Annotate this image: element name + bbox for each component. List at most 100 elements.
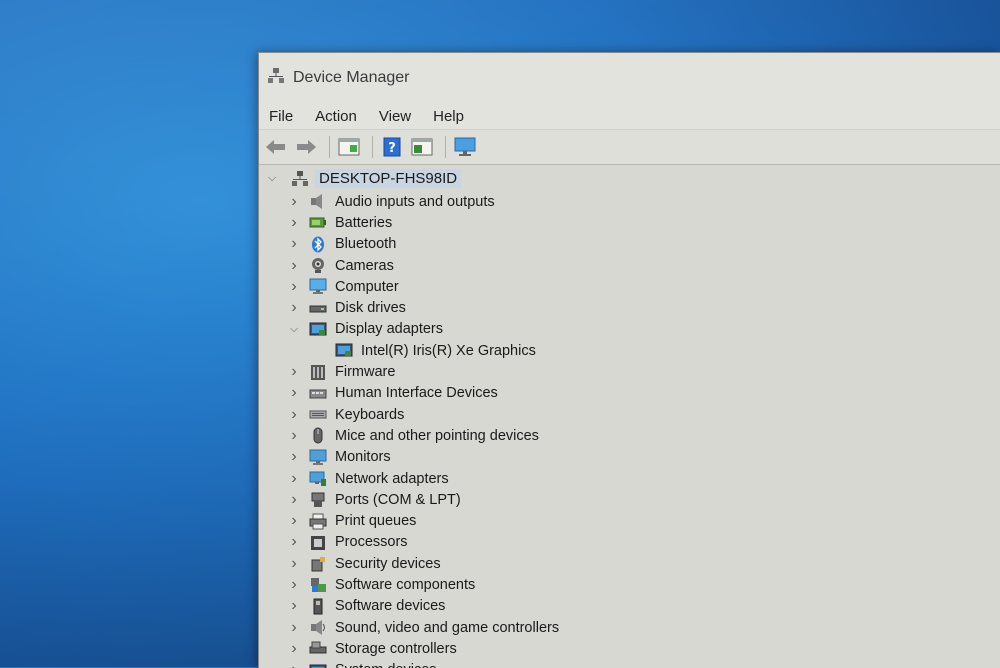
camera-icon: [309, 257, 327, 274]
tree-category-label: Software components: [335, 576, 476, 593]
storage-controller-icon: [309, 640, 327, 657]
security-device-icon: [309, 555, 327, 572]
chevron-down-icon[interactable]: ⌵: [265, 171, 279, 185]
tree-category[interactable]: › Batteries: [259, 212, 1000, 233]
chevron-right-icon[interactable]: ›: [287, 299, 301, 316]
port-icon: [309, 491, 327, 508]
device-manager-window[interactable]: Device Manager File Action View Help ? ⌵…: [258, 52, 1000, 668]
details-icon[interactable]: [409, 135, 435, 159]
tree-category[interactable]: › Mice and other pointing devices: [259, 425, 1000, 446]
sound-controller-icon: [309, 619, 327, 636]
firmware-icon: [309, 364, 327, 381]
chevron-right-icon[interactable]: ›: [287, 470, 301, 487]
software-component-icon: [309, 576, 327, 593]
tree-category-label: Computer: [335, 278, 399, 295]
tree-category-label: Security devices: [335, 555, 441, 572]
system-device-icon: [309, 662, 327, 668]
chevron-right-icon[interactable]: ›: [287, 597, 301, 614]
chevron-down-icon[interactable]: ⌵: [287, 322, 301, 336]
device-tree[interactable]: ⌵ DESKTOP-FHS98ID › Audio inputs and outp…: [259, 165, 1000, 668]
chevron-right-icon[interactable]: ›: [287, 555, 301, 572]
speaker-icon: [309, 193, 327, 210]
tree-category-label: Bluetooth: [335, 236, 397, 253]
tree-category[interactable]: › Keyboards: [259, 404, 1000, 425]
category-list: › Audio inputs and outputs › Batteries › Blue…: [259, 191, 1000, 668]
tree-category-label: Cameras: [335, 257, 394, 274]
tree-category[interactable]: › Audio inputs and outputs: [259, 191, 1000, 212]
chevron-right-icon[interactable]: ›: [287, 214, 301, 231]
menu-file[interactable]: File: [269, 108, 293, 125]
tree-category[interactable]: › Processors: [259, 532, 1000, 553]
chevron-right-icon[interactable]: ›: [287, 193, 301, 210]
keyboard-icon: [309, 406, 327, 423]
chevron-right-icon[interactable]: ›: [287, 661, 301, 668]
hid-icon: [309, 385, 327, 402]
tree-category[interactable]: › Software devices: [259, 596, 1000, 617]
battery-icon: [309, 214, 327, 231]
tree-device[interactable]: Intel(R) Iris(R) Xe Graphics: [259, 340, 1000, 361]
tree-category[interactable]: › Bluetooth: [259, 234, 1000, 255]
chevron-right-icon[interactable]: ›: [287, 491, 301, 508]
chevron-right-icon[interactable]: ›: [287, 448, 301, 465]
chevron-right-icon[interactable]: ›: [287, 427, 301, 444]
tree-category[interactable]: › Sound, video and game controllers: [259, 617, 1000, 638]
toolbar: ?: [259, 129, 1000, 165]
tree-category-label: Disk drives: [335, 300, 406, 317]
toolbar-separator: [372, 136, 373, 158]
chevron-right-icon[interactable]: ›: [287, 533, 301, 550]
chevron-right-icon[interactable]: ›: [287, 512, 301, 529]
tree-category[interactable]: › Storage controllers: [259, 638, 1000, 659]
chevron-right-icon[interactable]: ›: [287, 235, 301, 252]
tree-category[interactable]: › Software components: [259, 574, 1000, 595]
disk-drive-icon: [309, 300, 327, 317]
tree-category[interactable]: › Disk drives: [259, 297, 1000, 318]
tree-category-label: Human Interface Devices: [335, 385, 498, 402]
printer-icon: [309, 513, 327, 530]
tree-root[interactable]: ⌵ DESKTOP-FHS98ID: [259, 165, 1000, 191]
tree-category-label: Mice and other pointing devices: [335, 427, 539, 444]
tree-root-label: DESKTOP-FHS98ID: [315, 168, 462, 188]
tree-category[interactable]: › Ports (COM & LPT): [259, 489, 1000, 510]
forward-arrow-icon[interactable]: [293, 135, 319, 159]
tree-category[interactable]: › Monitors: [259, 447, 1000, 468]
title-bar[interactable]: Device Manager: [259, 53, 1000, 103]
chevron-right-icon[interactable]: ›: [287, 257, 301, 274]
tree-category-label: Batteries: [335, 214, 393, 231]
tree-category-label: Print queues: [335, 513, 417, 530]
monitor-icon: [309, 449, 327, 466]
tree-category[interactable]: ⌵ Display adapters: [259, 319, 1000, 340]
properties-icon[interactable]: [336, 135, 362, 159]
chevron-right-icon[interactable]: ›: [287, 363, 301, 380]
tree-category[interactable]: › Human Interface Devices: [259, 383, 1000, 404]
back-arrow-icon[interactable]: [263, 135, 289, 159]
menu-action[interactable]: Action: [315, 108, 357, 125]
chevron-right-icon[interactable]: ›: [287, 278, 301, 295]
chevron-right-icon[interactable]: ›: [287, 640, 301, 657]
processor-icon: [309, 534, 327, 551]
tree-category-label: Processors: [335, 534, 408, 551]
chevron-right-icon[interactable]: ›: [287, 619, 301, 636]
tree-category[interactable]: › Security devices: [259, 553, 1000, 574]
software-device-icon: [309, 598, 327, 615]
tree-category[interactable]: › Computer: [259, 276, 1000, 297]
tree-category[interactable]: › Network adapters: [259, 468, 1000, 489]
network-adapter-icon: [309, 470, 327, 487]
chevron-right-icon[interactable]: ›: [287, 406, 301, 423]
display-adapter-icon: [335, 342, 353, 359]
chevron-right-icon[interactable]: ›: [287, 576, 301, 593]
bluetooth-icon: [309, 236, 327, 253]
tree-category-label: Ports (COM & LPT): [335, 491, 461, 508]
tree-category-label: Firmware: [335, 364, 396, 381]
tree-category[interactable]: › Firmware: [259, 361, 1000, 382]
monitor-scan-icon[interactable]: [452, 135, 478, 159]
tree-category[interactable]: › Print queues: [259, 510, 1000, 531]
menu-view[interactable]: View: [379, 108, 411, 125]
tree-category-label: Storage controllers: [335, 640, 457, 657]
menu-bar: File Action View Help: [259, 103, 1000, 129]
tree-category[interactable]: › Cameras: [259, 255, 1000, 276]
help-icon[interactable]: ?: [379, 135, 405, 159]
chevron-right-icon[interactable]: ›: [287, 384, 301, 401]
tree-category-label: Keyboards: [335, 406, 405, 423]
menu-help[interactable]: Help: [433, 108, 464, 125]
toolbar-separator: [329, 136, 330, 158]
